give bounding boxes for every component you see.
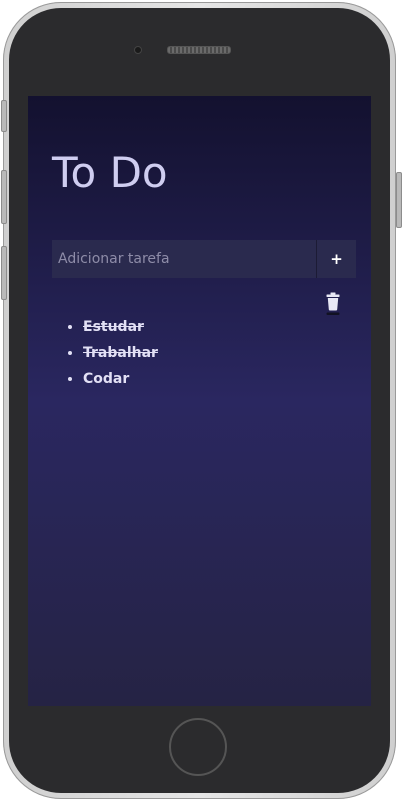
task-item-estudar[interactable]: Estudar [83,316,158,342]
volume-up-button [1,170,7,224]
task-list: Estudar Trabalhar Codar [63,316,158,394]
task-item-codar[interactable]: Codar [83,368,158,394]
home-button[interactable] [169,718,227,776]
task-text: Estudar [83,319,144,335]
task-item-trabalhar[interactable]: Trabalhar [83,342,158,368]
add-task-button[interactable]: + [316,240,356,278]
task-text: Codar [83,371,130,387]
power-button [396,172,402,228]
task-text: Trabalhar [83,345,158,361]
task-input[interactable] [52,240,316,278]
trash-icon[interactable] [326,292,340,316]
volume-down-button [1,246,7,300]
app-screen: To Do + Estudar Trabalhar Codar [28,96,371,706]
silent-switch [1,100,7,132]
page-title: To Do [52,148,168,197]
earpiece-speaker [167,46,231,54]
front-camera [134,46,142,54]
add-task-form: + [52,240,356,278]
